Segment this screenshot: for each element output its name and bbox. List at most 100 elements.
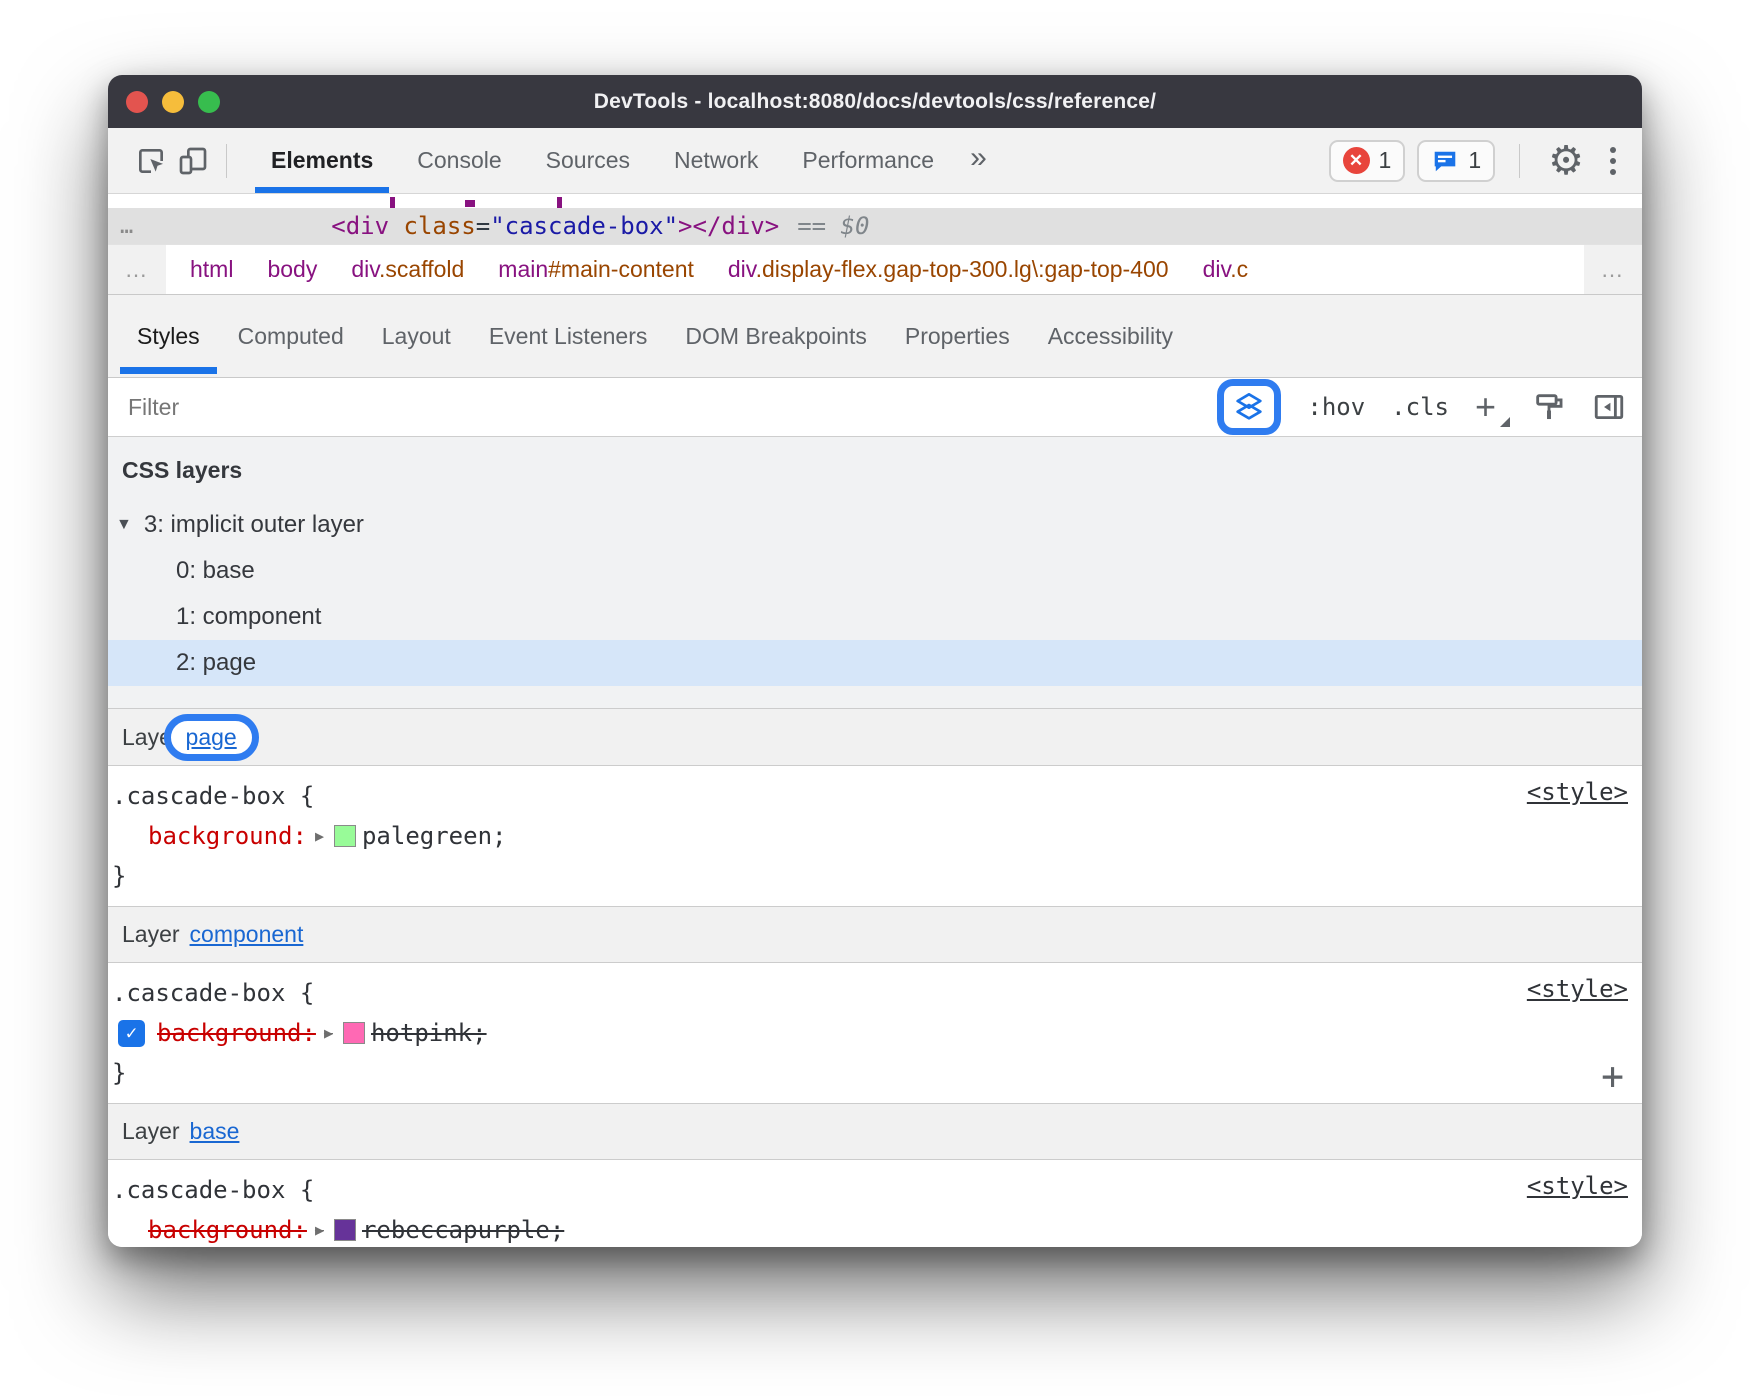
tab-sources[interactable]: Sources: [524, 128, 652, 193]
color-swatch-hotpink[interactable]: [343, 1022, 365, 1044]
style-source-link[interactable]: <style>: [1527, 1172, 1628, 1200]
tab-layout[interactable]: Layout: [363, 295, 470, 377]
layer-tree-item-base[interactable]: 0: base: [108, 548, 1642, 594]
tab-network[interactable]: Network: [652, 128, 780, 193]
rule-section-component: .cascade-box { <style> ✓ background: ▶ h…: [108, 963, 1642, 1103]
layer-header-page: Layer page: [108, 709, 1642, 766]
issues-count: 1: [1468, 147, 1481, 174]
crumb-html[interactable]: html: [190, 256, 233, 283]
declaration-background-hotpink[interactable]: ✓ background: ▶ hotpink;: [112, 1013, 1642, 1053]
breadcrumb-left-overflow[interactable]: …: [108, 245, 166, 294]
breadcrumb-right-overflow[interactable]: …: [1584, 245, 1642, 294]
selected-dom-node-row[interactable]: … <div class="cascade-box"></div> == $0: [108, 208, 1642, 244]
dom-open-tag: <div: [331, 212, 403, 240]
tab-computed[interactable]: Computed: [219, 295, 363, 377]
property-name[interactable]: background:: [148, 1216, 307, 1244]
more-tabs-icon[interactable]: »: [970, 141, 987, 175]
customize-menu-icon[interactable]: [1600, 141, 1626, 181]
settings-gear-icon[interactable]: ⚙: [1544, 141, 1588, 181]
styles-filter-bar: :hov .cls +: [108, 378, 1642, 437]
layer-tree-root[interactable]: ▼ 3: implicit outer layer: [108, 502, 1642, 548]
paint-roller-icon[interactable]: [1532, 390, 1566, 424]
tab-event-listeners[interactable]: Event Listeners: [470, 295, 667, 377]
dom-attr-value: "cascade-box": [490, 212, 678, 240]
dom-overflow-ellipsis[interactable]: …: [120, 214, 135, 239]
css-layers-pane: CSS layers ▼ 3: implicit outer layer 0: …: [108, 437, 1642, 709]
error-badge[interactable]: ✕ 1: [1329, 140, 1406, 182]
rule-section-page: .cascade-box { <style> background: ▶ pal…: [108, 766, 1642, 906]
crumb-body[interactable]: body: [267, 256, 317, 283]
rule-section-base: .cascade-box { <style> background: ▶ reb…: [108, 1160, 1642, 1247]
message-bubble-icon: [1431, 148, 1459, 174]
crumb-main-content[interactable]: main#main-content: [498, 256, 694, 283]
tab-performance[interactable]: Performance: [780, 128, 956, 193]
toolbar-separator: [226, 144, 227, 178]
style-source-link[interactable]: <style>: [1527, 778, 1628, 806]
layer-tree-item-page[interactable]: 2: page: [108, 640, 1642, 686]
device-toolbar-icon[interactable]: [172, 140, 214, 182]
expand-value-icon[interactable]: ▶: [315, 1221, 324, 1239]
issues-badge[interactable]: 1: [1417, 140, 1495, 182]
toolbar-separator-2: [1519, 144, 1520, 178]
tab-console[interactable]: Console: [395, 128, 523, 193]
dom-attr-name: class: [404, 212, 476, 240]
filter-input[interactable]: [128, 394, 1217, 421]
declaration-background-palegreen[interactable]: background: ▶ palegreen;: [112, 816, 1642, 856]
element-classes-toggle[interactable]: .cls: [1391, 393, 1449, 421]
property-value[interactable]: rebeccapurple;: [362, 1216, 564, 1244]
layer-tree-item-component[interactable]: 1: component: [108, 594, 1642, 640]
dom-attr-eq: =: [476, 212, 490, 240]
tab-properties[interactable]: Properties: [886, 295, 1029, 377]
close-window-button[interactable]: [126, 91, 148, 113]
layer-link-component[interactable]: component: [190, 921, 304, 948]
chevron-down-icon[interactable]: ▼: [116, 516, 132, 534]
layer-header-component: Layer component: [108, 906, 1642, 963]
rule-selector[interactable]: .cascade-box {: [112, 973, 1642, 1013]
title-bar: DevTools - localhost:8080/docs/devtools/…: [108, 75, 1642, 128]
traffic-lights: [126, 75, 220, 128]
layer-tree-root-label: 3: implicit outer layer: [144, 511, 364, 539]
error-icon: ✕: [1343, 147, 1370, 174]
crumb-div-truncated[interactable]: div.c: [1203, 256, 1249, 283]
expand-value-icon[interactable]: ▶: [324, 1024, 333, 1042]
zoom-window-button[interactable]: [198, 91, 220, 113]
pseudo-state-toggle[interactable]: :hov: [1307, 393, 1365, 421]
toolbar-right-cluster: ✕ 1 1 ⚙: [1329, 140, 1626, 182]
computed-sidebar-toggle-icon[interactable]: [1592, 390, 1626, 424]
dom-close-tag: ></div>: [678, 212, 779, 240]
layer-label: Layer: [122, 1118, 180, 1145]
dom-node-markup: <div class="cascade-box"></div>: [331, 212, 779, 240]
expand-value-icon[interactable]: ▶: [315, 827, 324, 845]
tab-styles[interactable]: Styles: [118, 295, 219, 377]
property-name[interactable]: background:: [157, 1019, 316, 1047]
rule-close-brace: }: [112, 1053, 1642, 1093]
rule-selector[interactable]: .cascade-box {: [112, 1170, 1642, 1210]
dom-selected-hint: == $0: [797, 212, 869, 240]
tab-accessibility[interactable]: Accessibility: [1029, 295, 1192, 377]
add-declaration-button[interactable]: +: [1601, 1057, 1624, 1095]
declaration-background-rebeccapurple[interactable]: background: ▶ rebeccapurple;: [112, 1210, 1642, 1247]
minimize-window-button[interactable]: [162, 91, 184, 113]
rule-selector[interactable]: .cascade-box {: [112, 776, 1642, 816]
crumb-div-scaffold[interactable]: div.scaffold: [351, 256, 464, 283]
color-swatch-rebeccapurple[interactable]: [334, 1219, 356, 1241]
style-source-link[interactable]: <style>: [1527, 975, 1628, 1003]
layer-link-page[interactable]: page: [186, 724, 237, 750]
crumb-div-display-flex[interactable]: div.display-flex.gap-top-300.lg\:gap-top…: [728, 256, 1169, 283]
layer-header-base: Layer base: [108, 1103, 1642, 1160]
layer-link-base[interactable]: base: [190, 1118, 240, 1145]
css-layers-toggle-icon[interactable]: [1224, 386, 1274, 428]
devtools-window: DevTools - localhost:8080/docs/devtools/…: [108, 75, 1642, 1247]
window-title: DevTools - localhost:8080/docs/devtools/…: [594, 90, 1156, 114]
tab-elements[interactable]: Elements: [249, 128, 395, 193]
sidebar-tab-strip: Styles Computed Layout Event Listeners D…: [108, 294, 1642, 378]
tab-dom-breakpoints[interactable]: DOM Breakpoints: [666, 295, 886, 377]
new-style-rule-button[interactable]: +: [1475, 389, 1506, 425]
color-swatch-palegreen[interactable]: [334, 825, 356, 847]
property-value[interactable]: hotpink;: [371, 1019, 487, 1047]
declaration-enabled-checkbox[interactable]: ✓: [118, 1020, 145, 1047]
property-name[interactable]: background:: [148, 822, 307, 850]
main-toolbar: Elements Console Sources Network Perform…: [108, 128, 1642, 194]
property-value[interactable]: palegreen;: [362, 822, 507, 850]
inspect-element-icon[interactable]: [130, 140, 172, 182]
